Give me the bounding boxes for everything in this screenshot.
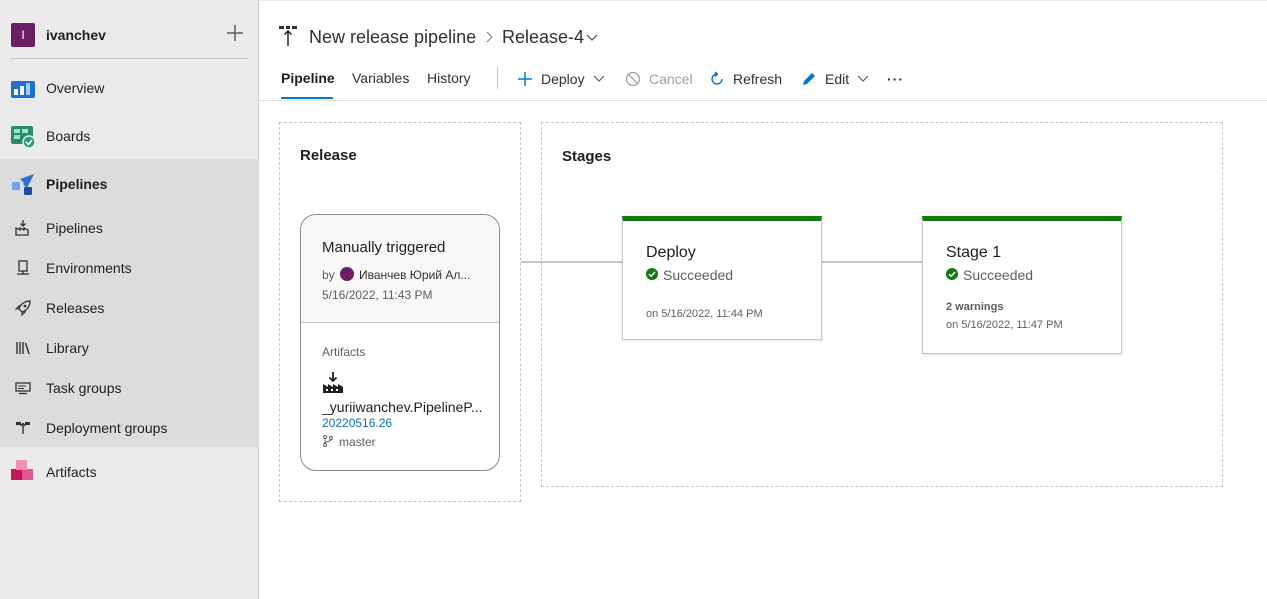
release-summary-card[interactable]: Manually triggered by Иванчев Юрий Ал...… (300, 214, 500, 471)
breadcrumb-release-name[interactable]: Release-4 (502, 27, 584, 48)
plus-icon[interactable] (224, 22, 246, 44)
stage-warnings[interactable]: 2 warnings (946, 301, 1003, 313)
sub-label-pipelines: Pipelines (46, 220, 103, 236)
left-navigation: I ivanchev Overview Boards Pipelines Pip… (0, 0, 259, 599)
tab-history[interactable]: History (427, 70, 471, 86)
nav-label-boards: Boards (46, 128, 91, 144)
breadcrumb-pipeline-name[interactable]: New release pipeline (309, 27, 476, 48)
stage-card-deploy[interactable]: Deploy Succeeded on 5/16/2022, 11:44 PM (622, 216, 822, 340)
pipeline-factory-icon (15, 220, 29, 236)
artifact-name: _yuriiwanchev.PipelineP... (322, 399, 483, 415)
library-icon (16, 342, 30, 355)
nav-item-artifacts[interactable]: Artifacts (0, 450, 259, 494)
active-tab-indicator (281, 97, 333, 99)
task-groups-icon (15, 382, 31, 395)
nav-subitem-library[interactable]: Library (0, 328, 259, 368)
org-avatar: I (11, 23, 35, 47)
nav-subitem-pipelines[interactable]: Pipelines (0, 208, 259, 248)
sub-label-deployment-groups: Deployment groups (46, 420, 168, 436)
refresh-label: Refresh (733, 71, 783, 87)
success-check-icon (646, 268, 658, 280)
overview-icon (11, 81, 35, 98)
page-header: New release pipeline Release-4 Pipeline … (259, 0, 1267, 101)
org-name[interactable]: ivanchev (46, 27, 106, 43)
nav-item-overview[interactable]: Overview (0, 66, 259, 110)
branch-icon (323, 435, 333, 447)
trigger-text: Manually triggered (322, 239, 446, 256)
nav-subitem-deployment-groups[interactable]: Deployment groups (0, 408, 259, 448)
stage-name: Deploy (646, 244, 696, 261)
organization-header[interactable]: I ivanchev (0, 10, 259, 58)
pipelines-section: Pipelines Pipelines Environments Release… (0, 159, 259, 447)
deployment-groups-icon (16, 422, 30, 434)
sub-label-environments: Environments (46, 260, 132, 276)
cancel-icon (625, 71, 641, 87)
nav-subitem-releases[interactable]: Releases (0, 288, 259, 328)
more-options-button[interactable]: ··· (887, 69, 904, 89)
rocket-icon (14, 300, 31, 317)
deploy-button[interactable]: Deploy (517, 69, 605, 89)
refresh-icon (711, 71, 723, 85)
environments-icon (17, 260, 29, 275)
pencil-icon (803, 73, 815, 85)
stage-name: Stage 1 (946, 244, 1002, 261)
boards-icon (11, 126, 36, 149)
triggered-by-user: Иванчев Юрий Ал... (359, 268, 471, 282)
stage-date: on 5/16/2022, 11:44 PM (646, 308, 763, 320)
edit-label: Edit (825, 71, 850, 87)
pipelines-icon (12, 174, 34, 195)
chevron-down-icon (593, 75, 605, 82)
release-panel-title: Release (300, 147, 357, 164)
cancel-button[interactable]: Cancel (625, 69, 693, 89)
stages-panel-title: Stages (562, 148, 612, 165)
nav-divider (10, 58, 248, 59)
sub-label-releases: Releases (46, 300, 105, 316)
edit-button[interactable]: Edit (801, 69, 869, 89)
user-avatar (340, 267, 354, 281)
nav-item-pipelines[interactable]: Pipelines (0, 162, 259, 206)
nav-label-overview: Overview (46, 80, 105, 96)
tab-variables[interactable]: Variables (352, 70, 409, 86)
nav-subitem-task-groups[interactable]: Task groups (0, 368, 259, 408)
sub-label-library: Library (46, 340, 89, 356)
nav-item-boards[interactable]: Boards (0, 114, 259, 158)
toolbar-divider (497, 67, 498, 89)
by-label: by (322, 268, 335, 282)
cancel-label: Cancel (649, 71, 693, 87)
plus-icon (518, 72, 532, 86)
deploy-label: Deploy (541, 71, 585, 87)
trigger-date: 5/16/2022, 11:43 PM (322, 288, 433, 302)
refresh-button[interactable]: Refresh (709, 69, 782, 89)
artifact-build-link[interactable]: 20220516.26 (322, 416, 392, 430)
release-pipeline-icon (279, 26, 297, 46)
stage-status: Succeeded (663, 267, 734, 283)
build-artifact-icon (323, 372, 343, 393)
sub-label-task-groups: Task groups (46, 380, 122, 396)
stage-card-stage-1[interactable]: Stage 1 Succeeded 2 warnings on 5/16/202… (922, 216, 1122, 354)
nav-subitem-environments[interactable]: Environments (0, 248, 259, 288)
artifacts-icon (11, 460, 33, 480)
success-check-icon (946, 268, 958, 280)
artifacts-label: Artifacts (322, 345, 366, 359)
stage-date: on 5/16/2022, 11:47 PM (946, 319, 1063, 331)
artifact-branch: master (339, 435, 376, 449)
breadcrumb-chevron-right-icon (486, 31, 493, 43)
tab-pipeline[interactable]: Pipeline (281, 70, 335, 86)
chevron-down-icon[interactable] (585, 32, 599, 44)
nav-label-pipelines: Pipelines (46, 176, 108, 192)
nav-label-artifacts: Artifacts (46, 464, 97, 480)
stage-status: Succeeded (963, 267, 1034, 283)
chevron-down-icon (857, 75, 869, 82)
